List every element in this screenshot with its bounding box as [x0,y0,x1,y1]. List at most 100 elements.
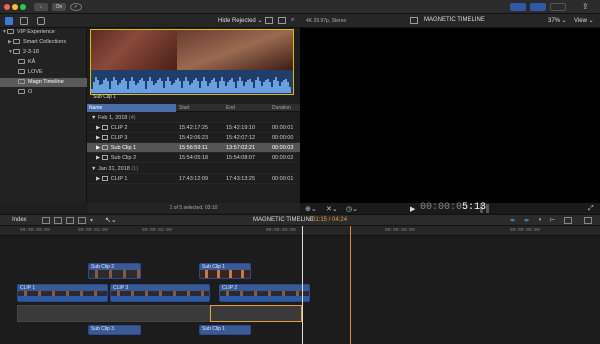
list-group-row[interactable]: ▼ Feb 1, 2018 (4) [87,113,300,123]
speed-icon[interactable]: ◷⌄ [346,205,358,213]
photos-icon[interactable] [20,17,28,25]
clip-icon [101,176,108,182]
clip-filmstrip[interactable] [90,29,294,95]
timeline-clip[interactable]: Sub Clip 3 [88,325,141,335]
browser-layout-icon[interactable] [510,3,526,11]
viewer-title: MAGNETIC TIMELINE [424,17,485,23]
play-button[interactable]: ▶ [410,205,415,213]
sidebar-item-ka[interactable]: KÅ [18,58,35,67]
list-item[interactable]: ▶ CLIP 2 15:42:17:25 15:42:19:10 00:00:0… [87,123,300,133]
sidebar-item-smart-collections[interactable]: ▶ Smart Collections [8,38,66,47]
library-sidebar: ▼ VIP Experience ▶ Smart Collections ▼ 2-3-… [0,28,87,203]
keyword-icon [18,79,25,85]
overwrite-clip-icon[interactable] [78,217,86,224]
column-start[interactable]: Start [179,104,190,112]
snapping-icon[interactable]: ⊢ [550,217,555,224]
sidebar-item-love[interactable]: LOVE [18,68,43,77]
timeline-ruler[interactable]: 00:00:00:00 00:00:01:00 00:00:02:00 00:0… [0,226,600,236]
audio-skimming-icon[interactable]: ⇹ [524,217,529,224]
fullscreen-icon[interactable]: ⤢ [588,205,594,213]
zoom-window-button[interactable] [20,4,26,10]
enhance-icon[interactable]: ✕⌄ [326,205,338,213]
sidebar-item-event-2-3-18[interactable]: ▼ 2-3-18 [8,48,39,57]
checkmark-circle-icon[interactable]: ✓ [70,3,82,11]
effects-browser-icon[interactable] [584,217,592,224]
playhead[interactable] [302,226,303,344]
keywords-button[interactable]: On [52,3,66,11]
minimize-window-button[interactable] [12,4,18,10]
timeline-clip[interactable]: Sub Clip 2 [88,263,141,279]
timeline-clip[interactable]: CLIP 3 [110,284,210,302]
gap-clip-selected[interactable] [210,305,302,322]
library-icon [7,29,14,35]
clip-icon [101,125,108,131]
timeline-clip[interactable]: Sub Clip 1 [199,263,251,279]
keyword-icon [18,59,25,65]
column-end[interactable]: End [226,104,235,112]
filmstrip-label: Sub Clip 1 [93,94,117,100]
timeline-layout-icon[interactable] [530,3,546,11]
ruler-tick-label: 00:00:01:00 [78,228,108,233]
sidebar-item-o[interactable]: O [18,88,32,97]
skimming-icon[interactable]: ⇹ [510,217,515,224]
list-header: Name Start End Duration [87,104,300,112]
append-clip-icon[interactable] [66,217,74,224]
sidebar-item-vip-experience[interactable]: ▼ VIP Experience [2,28,55,37]
timeline-title: MAGNETIC TIMELINE [253,217,314,223]
clip-icon [101,145,108,151]
keyword-icon [18,89,25,95]
timeline-clip[interactable]: Sub Clip 1 [199,325,251,335]
timeline-toolbar: Index ▾ ↖⌄ MAGNETIC TIMELINE 01:15 / 04:… [0,214,600,226]
zoom-dropdown[interactable]: 37% ⌄ [548,17,567,24]
timeline-clip[interactable]: CLIP 1 [17,284,108,302]
event-icon [13,49,20,55]
ruler-tick-label: 00:00:04:00 [385,228,415,233]
clip-filter-dropdown[interactable]: Hide Rejected ⌄ [218,17,262,24]
timeline-clip[interactable]: CLIP 2 [219,284,310,302]
connect-clip-icon[interactable] [42,217,50,224]
search-icon[interactable]: ⌕ [291,17,297,24]
import-button[interactable]: ↓ [34,3,48,11]
ruler-tick-label: 00:00:03:00 [266,228,296,233]
sidebar-item-magn-timeline[interactable]: Magn Timeline [0,78,87,87]
audio-waveform [91,70,293,94]
list-item[interactable]: ▶ CLIP 3 15:42:06:23 15:42:07:12 00:00:0… [87,133,300,143]
list-item[interactable]: ▶ CLIP 1 17:43:12:09 17:43:13:25 00:00:0… [87,174,300,184]
list-item[interactable]: ▶ Sub Clip 2 15:54:05:18 15:54:08:07 00:… [87,153,300,163]
gap-clip[interactable] [17,305,210,322]
close-window-button[interactable] [4,4,10,10]
column-name[interactable]: Name [87,104,176,112]
titles-icon[interactable] [37,17,45,25]
list-item[interactable]: ▶ Sub Clip 1 15:56:59:11 13:57:02:21 00:… [87,143,300,153]
timeline-area[interactable]: Sub Clip 2 Sub Clip 1 CLIP 1 CLIP 3 CLIP… [0,236,600,344]
secondary-toolbar: Hide Rejected ⌄ ⌕ 4K 29.97p, Stereo MAGN… [0,14,600,28]
clip-menu-icon[interactable]: ▾ [90,217,93,224]
ruler-tick-label: 00:00:05:00 [510,228,540,233]
list-group-row[interactable]: ▼ Jan 31, 2018 (1) [87,164,300,174]
view-dropdown[interactable]: View ⌄ [574,17,594,24]
select-tool-icon[interactable]: ↖⌄ [105,216,117,224]
clip-appearance-icon[interactable] [564,217,572,224]
ruler-tick-label: 00:00:02:00 [142,228,172,233]
video-frame [91,30,177,70]
libraries-icon[interactable] [5,17,13,25]
index-button[interactable]: Index [12,217,27,223]
viewer[interactable] [300,28,600,203]
solo-icon[interactable]: ◖ [538,217,542,223]
clip-icon [101,155,108,161]
audio-meter-right [486,204,489,213]
list-view-icon[interactable] [278,17,286,24]
timeline-position: 01:15 / 04:24 [312,217,348,223]
share-icon[interactable]: ⇪ [582,2,589,11]
folder-icon [13,39,20,45]
insert-clip-icon[interactable] [54,217,62,224]
transform-icon[interactable]: ⊕⌄ [305,205,317,213]
column-duration[interactable]: Duration [272,104,291,112]
inspector-layout-icon[interactable] [550,3,566,11]
skimmer [350,226,351,344]
keyword-icon [18,69,25,75]
ruler-tick-label: 00:00:00:00 [20,228,50,233]
timecode-display[interactable]: 00:00:05:13 [420,202,486,213]
format-label: 4K 29.97p, Stereo [306,18,347,24]
filmstrip-view-icon[interactable] [265,17,273,24]
